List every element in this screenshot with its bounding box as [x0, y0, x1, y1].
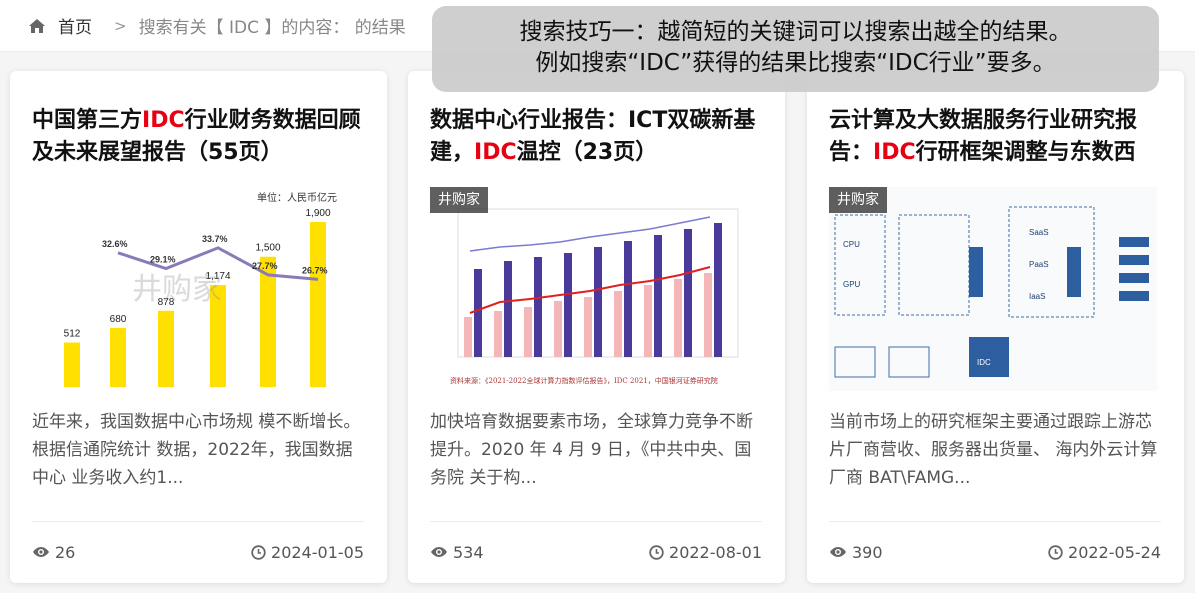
pink-bar — [704, 273, 712, 357]
line-value-label: 27.7% — [252, 261, 278, 271]
purple-bar — [654, 235, 662, 357]
card-description: 当前市场上的研究框架主要通过跟踪上游芯片厂商营收、服务器出货量、 海内外云计算厂… — [829, 412, 1158, 488]
bar-1 — [110, 327, 126, 387]
card-thumbnail[interactable]: 资料来源：《2021-2022全球计算力指数评估报告》，IDC 2021，中国银… — [430, 187, 758, 391]
pink-bar — [524, 307, 532, 357]
diagram-label: SaaS — [1029, 228, 1049, 237]
diagram-label: PaaS — [1029, 260, 1049, 269]
eye-icon — [33, 547, 49, 557]
breadcrumb-current: 搜索有关【 IDC 】的内容： 的结果 — [138, 18, 406, 38]
pink-bar — [644, 285, 652, 357]
line-value-label: 32.6% — [102, 239, 128, 249]
view-count: 26 — [32, 543, 75, 562]
diagram-label: GPU — [843, 280, 861, 289]
divider — [829, 521, 1161, 522]
divider — [430, 521, 762, 522]
card-description: 加快培育数据要素市场，全球算力竞争不断提升。2020 年 4 月 9 日，《中共… — [430, 412, 753, 488]
pink-bar — [494, 311, 502, 357]
card-meta: 390 2022-05-24 — [829, 541, 1161, 563]
card-title-link[interactable]: 云计算及大数据服务行业研究报告：IDC行研框架调整与东数西 — [829, 105, 1161, 169]
card-thumbnail[interactable]: SaaS PaaS IaaS IDC CPU GPU 井购家 — [829, 187, 1157, 391]
divider — [32, 521, 364, 522]
view-count: 390 — [829, 543, 883, 562]
bar-0 — [64, 342, 80, 387]
clock-icon — [251, 544, 266, 560]
card-title-link[interactable]: 数据中心行业报告：ICT双碳新基建，IDC温控（23页） — [430, 105, 762, 169]
card-title-link[interactable]: 中国第三方IDC行业财务数据回顾及未来展望报告（55页） — [32, 105, 364, 169]
chart-unit-label: 单位：人民币亿元 — [257, 191, 337, 204]
publish-date: 2024-01-05 — [251, 543, 364, 562]
purple-bar — [714, 223, 722, 357]
bar-value-label: 1,500 — [255, 243, 280, 254]
diagram-label: IDC — [977, 358, 991, 367]
purple-bar — [594, 247, 602, 357]
bar-5 — [310, 222, 326, 387]
pink-bar — [464, 317, 472, 357]
pink-bar — [584, 297, 592, 357]
report-card[interactable]: 数据中心行业报告：ICT双碳新基建，IDC温控（23页） 资料来源：《2021-… — [408, 71, 785, 583]
home-icon[interactable] — [28, 18, 46, 34]
clock-icon — [649, 544, 664, 560]
bar-2 — [158, 310, 174, 387]
bar-value-label: 512 — [64, 329, 81, 340]
card-thumbnail[interactable]: 单位：人民币亿元 512 680 878 1,174 1,500 1,900 32.6% 2… — [32, 187, 360, 391]
breadcrumb-home-link[interactable]: 首页 — [58, 13, 92, 38]
search-tip-line-2: 例如搜索“IDC”获得的结果比搜索“IDC行业”要多。 — [535, 50, 1056, 76]
pink-bar — [614, 291, 622, 357]
report-card[interactable]: 云计算及大数据服务行业研究报告：IDC行研框架调整与东数西 SaaS PaaS Ia… — [807, 71, 1184, 583]
card-meta: 26 2024-01-05 — [32, 541, 364, 563]
watermark-tag: 井购家 — [829, 187, 887, 213]
eye-icon — [830, 547, 846, 557]
purple-bar — [624, 241, 632, 357]
line-value-label: 26.7% — [302, 265, 328, 275]
search-tip-line-1: 搜索技巧一：越简短的关键词可以搜索出越全的结果。 — [519, 19, 1072, 45]
card-description: 近年来，我国数据中心市场规 模不断增长。根据信通院统计 数据，2022年，我国数… — [32, 412, 361, 488]
pink-bar — [554, 301, 562, 357]
diagram-label: IaaS — [1029, 292, 1045, 301]
purple-bar — [534, 257, 542, 357]
purple-bar — [684, 229, 692, 357]
card-meta: 534 2022-08-01 — [430, 541, 762, 563]
bar-value-label: 680 — [110, 314, 127, 325]
framework-diagram-thumbnail: SaaS PaaS IaaS IDC CPU GPU — [829, 187, 1157, 391]
breadcrumb-separator: > — [114, 16, 127, 35]
purple-bar — [504, 261, 512, 357]
line-value-label: 33.7% — [202, 234, 228, 244]
bar-line-chart-thumbnail: 单位：人民币亿元 5126808781,1741,5001,900 32.6%2… — [64, 191, 337, 387]
purple-bar — [564, 253, 572, 357]
purple-bar — [474, 269, 482, 357]
chart-source-caption: 资料来源：《2021-2022全球计算力指数评估报告》，IDC 2021，中国银… — [450, 376, 718, 385]
clock-icon — [1048, 544, 1063, 560]
watermark-text: 井购家 — [132, 272, 222, 307]
pink-bar — [674, 279, 682, 357]
publish-date: 2022-05-24 — [1048, 543, 1161, 562]
eye-icon — [431, 547, 447, 557]
search-tip-tooltip: 搜索技巧一：越简短的关键词可以搜索出越全的结果。 例如搜索“IDC”获得的结果比… — [432, 6, 1159, 92]
line-value-label: 29.1% — [150, 255, 176, 265]
view-count: 534 — [430, 543, 484, 562]
diagram-label: CPU — [843, 240, 860, 249]
report-card[interactable]: 中国第三方IDC行业财务数据回顾及未来展望报告（55页） 单位：人民币亿元 51… — [10, 71, 387, 583]
report-chart-thumbnail: 资料来源：《2021-2022全球计算力指数评估报告》，IDC 2021，中国银… — [430, 187, 758, 391]
bar-value-label: 1,900 — [305, 208, 330, 219]
watermark-tag: 井购家 — [430, 187, 488, 213]
publish-date: 2022-08-01 — [649, 543, 762, 562]
